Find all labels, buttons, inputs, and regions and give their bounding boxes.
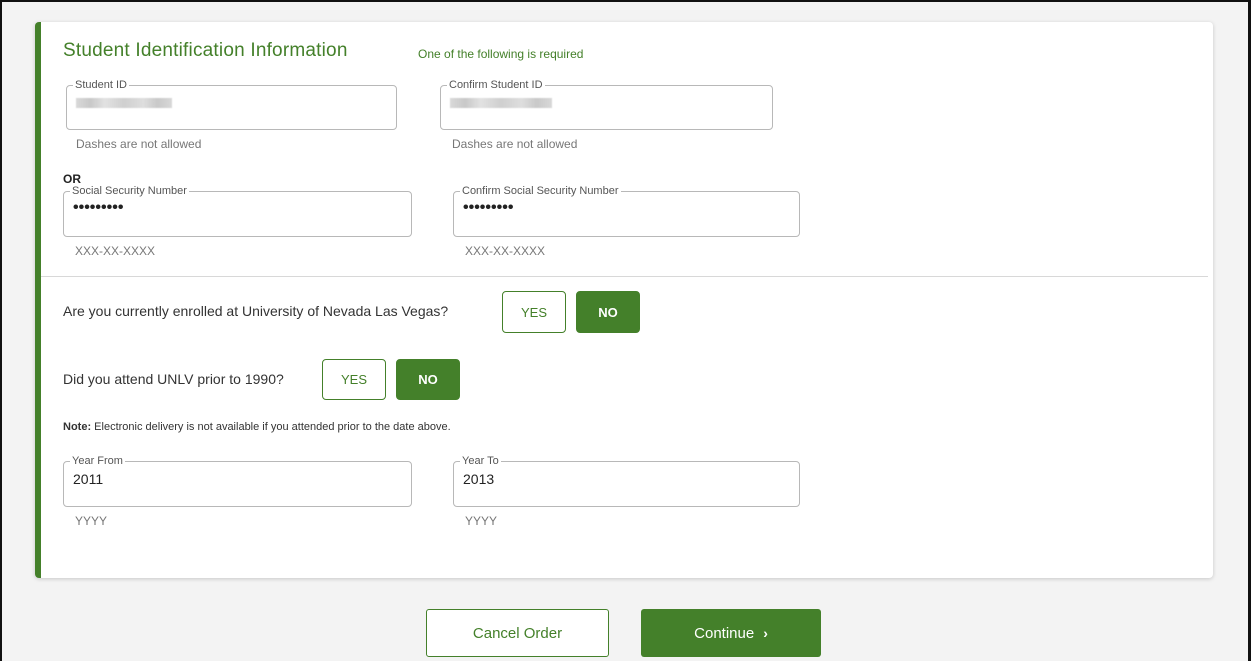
- note-prefix: Note:: [63, 421, 92, 433]
- year-from-value: 2011: [73, 471, 104, 487]
- section-subtitle: One of the following is required: [418, 47, 584, 61]
- student-id-label: Student ID: [75, 79, 127, 91]
- student-id-field[interactable]: Student ID: [66, 80, 397, 130]
- section-divider: [41, 276, 1208, 277]
- confirm-student-id-hint: Dashes are not allowed: [452, 137, 578, 151]
- student-id-masked-value: [76, 98, 172, 108]
- prior-1990-question: Did you attend UNLV prior to 1990?: [63, 371, 284, 387]
- year-to-hint: YYYY: [465, 514, 498, 528]
- confirm-student-id-masked-value: [450, 98, 552, 108]
- ssn-value: •••••••••: [73, 199, 124, 216]
- confirm-student-id-field[interactable]: Confirm Student ID: [440, 80, 773, 130]
- cancel-order-button[interactable]: Cancel Order: [426, 609, 609, 657]
- note-text: Electronic delivery is not available if …: [91, 421, 451, 433]
- year-to-label: Year To: [462, 455, 499, 467]
- prior-1990-yes-button[interactable]: YES: [322, 359, 386, 400]
- ssn-label: Social Security Number: [72, 185, 187, 197]
- continue-label: Continue: [694, 624, 755, 642]
- enrolled-question: Are you currently enrolled at University…: [63, 303, 449, 319]
- year-from-field[interactable]: Year From 2011: [63, 456, 412, 507]
- continue-button[interactable]: Continue ›: [641, 609, 821, 657]
- enrolled-yes-button[interactable]: YES: [502, 291, 566, 333]
- year-from-hint: YYYY: [75, 514, 108, 528]
- cancel-order-label: Cancel Order: [472, 624, 563, 642]
- ssn-hint: XXX-XX-XXXX: [75, 244, 156, 258]
- confirm-ssn-field[interactable]: Confirm Social Security Number •••••••••: [453, 186, 800, 237]
- confirm-ssn-value: •••••••••: [463, 199, 514, 216]
- or-separator: OR: [63, 172, 81, 186]
- enrolled-no-button[interactable]: NO: [576, 291, 640, 333]
- year-to-value: 2013: [463, 471, 495, 487]
- section-title: Student Identification Information: [63, 40, 348, 61]
- student-id-hint: Dashes are not allowed: [76, 137, 202, 151]
- year-from-label: Year From: [72, 455, 123, 467]
- electronic-delivery-note: Note: Electronic delivery is not availab…: [63, 421, 451, 433]
- ssn-field[interactable]: Social Security Number •••••••••: [63, 186, 412, 237]
- confirm-ssn-label: Confirm Social Security Number: [462, 185, 619, 197]
- confirm-student-id-label: Confirm Student ID: [449, 79, 543, 91]
- chevron-right-icon: ›: [763, 625, 768, 641]
- year-to-field[interactable]: Year To 2013: [453, 456, 800, 507]
- confirm-ssn-hint: XXX-XX-XXXX: [465, 244, 546, 258]
- prior-1990-no-button[interactable]: NO: [396, 359, 460, 400]
